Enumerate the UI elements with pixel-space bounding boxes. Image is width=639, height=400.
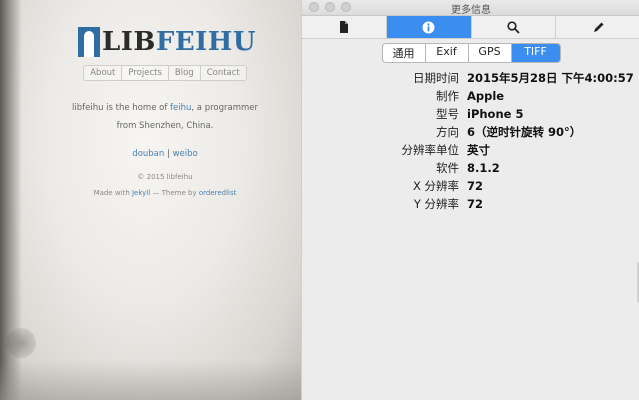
search-icon <box>507 20 520 34</box>
made-jekyll: Jekyll <box>131 189 151 197</box>
desc-line2: from Shenzhen, China. <box>116 121 214 131</box>
nav-about: About <box>84 66 123 80</box>
property-label: 方向 <box>436 125 459 139</box>
social-links: douban | weibo <box>20 149 301 159</box>
link-douban: douban <box>132 149 165 159</box>
tool-info[interactable] <box>386 16 472 38</box>
property-label: 软件 <box>436 161 459 175</box>
tab-segment: 通用 Exif GPS TIFF <box>381 43 561 63</box>
property-value: 72 <box>467 197 484 211</box>
property-label: 分辨率单位 <box>401 143 460 157</box>
property-value: 2015年5月28日 下午4:00:57 <box>467 71 634 85</box>
property-row: X 分辨率 72 <box>302 177 639 195</box>
tool-general[interactable] <box>302 16 387 38</box>
property-value: 英寸 <box>467 143 490 157</box>
site-logo: LIBFEIHU <box>24 24 301 60</box>
document-icon <box>339 21 348 33</box>
photo-preview: LIBFEIHU About Projects Blog Contact lib… <box>0 0 301 400</box>
tab-gps[interactable]: GPS <box>469 44 512 62</box>
property-value: 6（逆时针旋转 90°） <box>467 125 582 139</box>
copyright: © 2015 libfeihu <box>137 173 193 181</box>
property-row: 方向 6（逆时针旋转 90°） <box>302 123 639 141</box>
info-window: 更多信息 通用 Exif GPS TIFF 日期时间 2015年5月28日 下午… <box>301 0 639 400</box>
property-label: 制作 <box>436 89 459 103</box>
desc-pre: libfeihu is the home of <box>72 103 171 113</box>
info-icon <box>422 21 435 33</box>
nav-blog: Blog <box>168 66 201 80</box>
window-title: 更多信息 <box>451 5 491 16</box>
property-label: Y 分辨率 <box>413 197 459 211</box>
photo-blur-spot <box>6 328 36 358</box>
property-row: 制作 Apple <box>302 87 639 105</box>
property-label: X 分辨率 <box>412 179 459 193</box>
property-row: Y 分辨率 72 <box>302 195 639 213</box>
desc-post: , a programmer <box>191 103 258 113</box>
link-weibo: weibo <box>172 149 198 159</box>
made-pre: Made with <box>93 189 132 197</box>
made-author: orderedlist <box>198 189 237 197</box>
photo-shadow-bottom <box>0 360 301 400</box>
link-separator: | <box>166 149 170 159</box>
website-content: LIBFEIHU About Projects Blog Contact lib… <box>20 24 301 197</box>
tool-search[interactable] <box>472 16 557 38</box>
credits: Made with Jekyll — Theme by orderedlist <box>20 189 301 197</box>
nav-projects: Projects <box>122 66 169 80</box>
desc-link: feihu <box>170 103 192 113</box>
property-value: 8.1.2 <box>467 161 500 175</box>
site-description: libfeihu is the home of feihu, a program… <box>20 99 301 135</box>
logo-mark-icon <box>77 27 100 57</box>
pencil-icon <box>593 22 604 32</box>
property-label: 型号 <box>436 107 459 121</box>
title-bar: 更多信息 <box>302 0 639 16</box>
site-nav: About Projects Blog Contact <box>83 65 247 81</box>
logo-feihu: FEIHU <box>155 27 257 57</box>
tab-exif[interactable]: Exif <box>426 44 469 62</box>
property-value: iPhone 5 <box>467 107 524 121</box>
property-row: 分辨率单位 英寸 <box>302 141 639 159</box>
tiff-properties: 日期时间 2015年5月28日 下午4:00:57 制作 Apple 型号 iPhon… <box>302 69 639 213</box>
property-row: 软件 8.1.2 <box>302 159 639 177</box>
nav-contact: Contact <box>200 66 246 80</box>
tab-bar: 通用 Exif GPS TIFF <box>302 43 639 63</box>
property-row: 日期时间 2015年5月28日 下午4:00:57 <box>302 69 639 87</box>
property-value: 72 <box>467 179 484 193</box>
tool-annotate[interactable] <box>556 16 639 38</box>
logo-text: LIBFEIHU <box>102 27 256 57</box>
property-value: Apple <box>467 89 505 103</box>
property-label: 日期时间 <box>413 71 459 85</box>
made-mid: — Theme by <box>150 189 199 197</box>
logo-lib: LIB <box>101 27 156 57</box>
inspector-toolbar <box>302 16 639 39</box>
tab-tiff[interactable]: TIFF <box>511 44 560 62</box>
tab-general[interactable]: 通用 <box>383 44 426 62</box>
property-row: 型号 iPhone 5 <box>302 105 639 123</box>
